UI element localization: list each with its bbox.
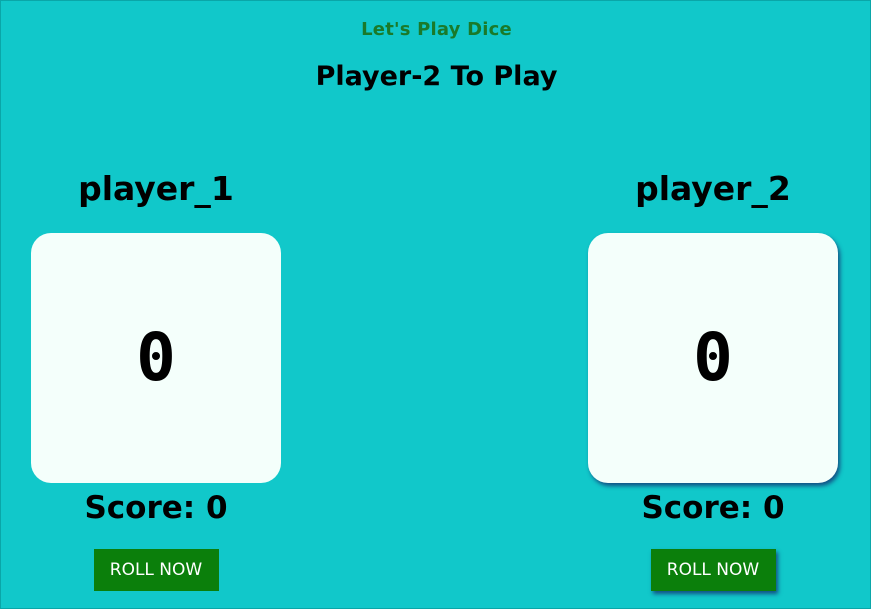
player-2-panel: player_2 0 Score: 0 ROLL NOW bbox=[587, 169, 839, 591]
turn-status: Player-2 To Play bbox=[315, 61, 558, 92]
player-1-panel: player_1 0 Score: 0 ROLL NOW bbox=[30, 169, 282, 591]
player-2-score: Score: 0 bbox=[641, 490, 785, 526]
player-1-name: player_1 bbox=[78, 169, 234, 208]
player-2-dice-box: 0 bbox=[588, 233, 838, 483]
player-2-name: player_2 bbox=[635, 169, 791, 208]
app-title: Let's Play Dice bbox=[361, 19, 512, 40]
player-1-dice-value: 0 bbox=[136, 319, 176, 396]
player-2-dice-value: 0 bbox=[693, 319, 733, 396]
player-1-dice-box: 0 bbox=[31, 233, 281, 483]
player-1-roll-button[interactable]: ROLL NOW bbox=[93, 549, 219, 591]
player-1-score: Score: 0 bbox=[84, 490, 228, 526]
player-2-roll-button[interactable]: ROLL NOW bbox=[650, 549, 776, 591]
